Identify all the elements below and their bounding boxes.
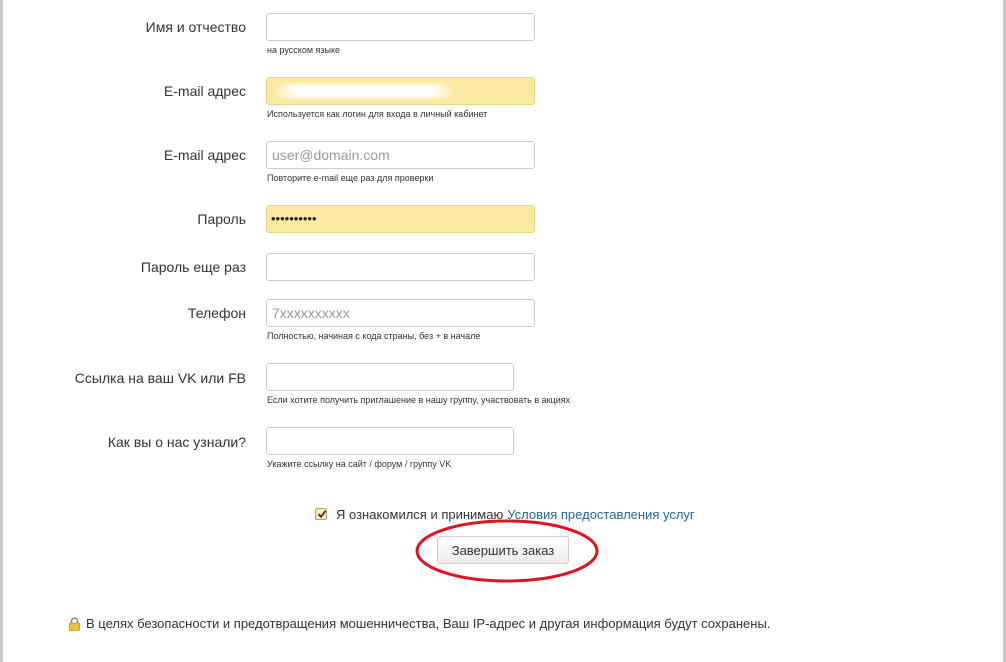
terms-checkbox[interactable] [315, 508, 327, 520]
social-link-label: Ссылка на ваш VK или FB [74, 370, 246, 386]
password-confirm-label: Пароль еще раз [140, 259, 246, 275]
phone-input[interactable] [266, 299, 535, 327]
password-input[interactable] [266, 205, 535, 233]
lock-icon [69, 616, 80, 631]
social-link-hint: Если хотите получить приглашение в нашу … [267, 395, 571, 405]
red-circle-annotation [415, 519, 599, 583]
name-hint: на русском языке [267, 45, 341, 55]
security-notice-text: В целях безопасности и предотвращения мо… [86, 616, 771, 631]
name-label: Имя и отчество [145, 19, 246, 35]
phone-label: Телефон [187, 305, 246, 321]
referral-label: Как вы о нас узнали? [107, 434, 246, 450]
email-confirm-hint: Повторите e-mail еще раз для проверки [267, 173, 434, 183]
security-notice: В целях безопасности и предотвращения мо… [68, 616, 770, 631]
phone-hint: Полностью, начиная с кода страны, без + … [267, 331, 481, 341]
window-frame-left [0, 0, 3, 662]
name-input[interactable] [266, 13, 535, 41]
email-hint: Используется как логин для входа в личны… [267, 109, 488, 119]
checkmark-icon [317, 510, 327, 519]
referral-hint: Укажите ссылку на сайт / форум / группу … [267, 459, 452, 469]
password-confirm-input[interactable] [266, 253, 535, 281]
email-confirm-label: E-mail адрес [163, 147, 246, 163]
email-label: E-mail адрес [163, 83, 246, 99]
referral-input[interactable] [266, 427, 514, 455]
email-redaction [276, 84, 452, 98]
social-link-input[interactable] [266, 363, 514, 391]
email-confirm-input[interactable] [266, 141, 535, 169]
password-label: Пароль [197, 211, 246, 227]
